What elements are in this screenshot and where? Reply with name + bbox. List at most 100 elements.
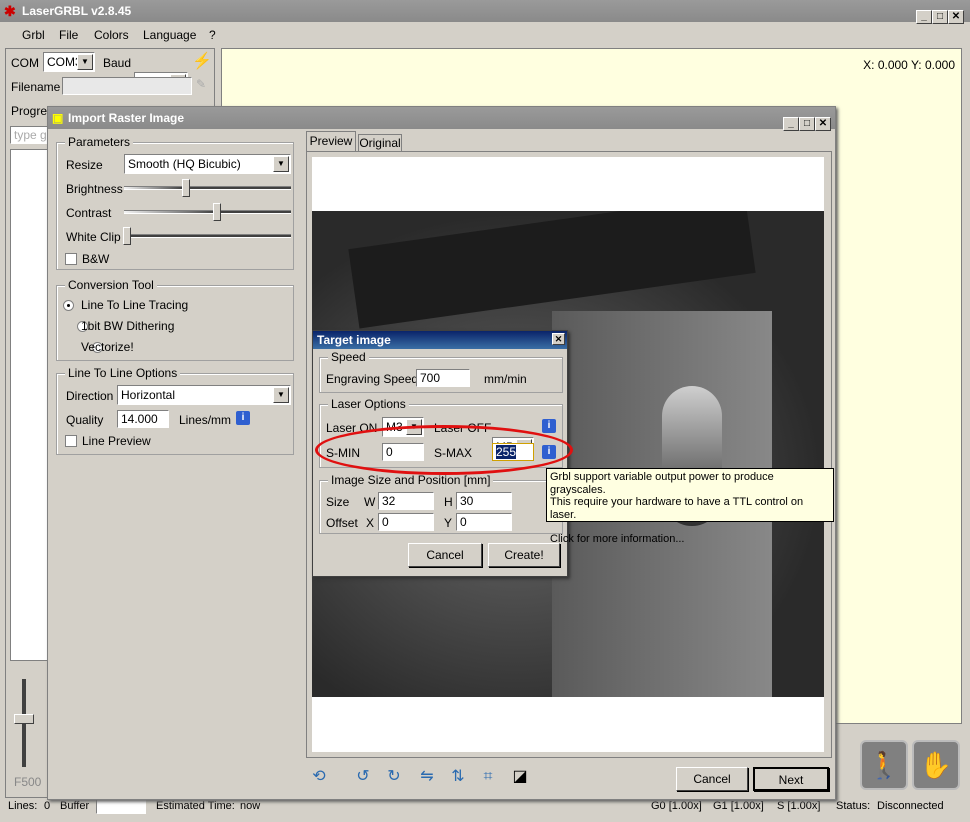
resize-select[interactable]: Smooth (HQ Bicubic) ▼	[124, 154, 291, 174]
filename-field[interactable]	[62, 77, 192, 95]
lines-value: 0	[44, 800, 51, 812]
import-maximize-button[interactable]: □	[799, 117, 815, 131]
tab-preview[interactable]: Preview	[306, 131, 356, 151]
image-size-group: Image Size and Position [mm] Size W 32 H…	[319, 473, 563, 534]
tab-original[interactable]: Original	[358, 134, 402, 151]
import-close-button[interactable]: ✕	[815, 117, 831, 131]
main-title: LaserGRBL v2.8.45	[22, 4, 132, 18]
quality-unit: Lines/mm	[179, 413, 232, 427]
pencil-icon[interactable]: ✎	[196, 77, 206, 91]
laser-info-icon[interactable]: i	[542, 419, 556, 433]
maximize-button[interactable]: □	[932, 10, 948, 24]
resize-label: Resize	[66, 158, 103, 172]
line-preview-checkbox[interactable]	[65, 435, 77, 447]
flip-vertical-icon[interactable]: ⇅	[446, 765, 470, 789]
line-options-label: Line To Line Options	[65, 366, 181, 380]
com-select[interactable]: COM3 ▼	[43, 52, 95, 72]
speed-slider-thumb[interactable]	[14, 714, 34, 724]
engraving-speed-label: Engraving Speed	[326, 372, 419, 386]
import-next-button[interactable]: Next	[753, 767, 829, 791]
target-close-button[interactable]: ✕	[552, 333, 565, 345]
size-label: Size	[326, 495, 350, 509]
target-title-bar: Target image ✕	[313, 331, 567, 349]
menu-grbl[interactable]: Grbl	[22, 28, 45, 42]
laser-options-label: Laser Options	[328, 397, 409, 411]
brightness-slider[interactable]	[124, 186, 291, 190]
speed-group-label: Speed	[328, 350, 369, 364]
connect-icon[interactable]: ⚡	[192, 51, 212, 71]
log-area[interactable]	[10, 149, 50, 661]
contrast-slider[interactable]	[124, 210, 291, 214]
import-title: Import Raster Image	[68, 111, 185, 125]
s-override[interactable]: S [1.00x]	[777, 800, 820, 812]
highlight-ellipse	[315, 425, 573, 475]
status-label: Status:	[836, 800, 871, 812]
quality-label: Quality	[66, 413, 104, 427]
target-cancel-button[interactable]: Cancel	[408, 543, 482, 567]
estimated-time-label: Estimated Time:	[156, 800, 235, 812]
image-app-icon: ▣	[52, 111, 64, 125]
rotate-ccw-icon[interactable]: ↺	[351, 765, 375, 789]
rotate-icon[interactable]: ⟲	[307, 765, 331, 789]
minimize-button[interactable]: _	[916, 10, 932, 24]
crop-icon[interactable]: ⌗	[476, 765, 500, 789]
flip-horizontal-icon[interactable]: ⇋	[415, 765, 439, 789]
bw-checkbox[interactable]	[65, 253, 77, 265]
tooltip-line-3: Click for more information...	[550, 533, 685, 545]
create-button[interactable]: Create!	[488, 543, 560, 567]
width-field[interactable]: 32	[378, 492, 434, 510]
offset-y-label: Y	[444, 516, 453, 530]
line-preview-label: Line Preview	[82, 434, 151, 448]
offset-x-label: X	[366, 516, 375, 530]
coordinates-readout: X: 0.000 Y: 0.000	[863, 58, 955, 72]
line-to-line-label: Line To Line Tracing	[81, 298, 189, 312]
brightness-label: Brightness	[66, 182, 123, 196]
line-to-line-radio[interactable]	[63, 300, 74, 311]
invert-icon[interactable]: ◪	[508, 765, 532, 789]
offset-x-field[interactable]: 0	[378, 513, 434, 531]
tooltip-line-2: This require your hardware to have a TTL…	[550, 496, 804, 521]
white-clip-slider[interactable]	[124, 234, 291, 238]
image-size-label: Image Size and Position [mm]	[328, 473, 494, 487]
smax-tooltip[interactable]: Grbl support variable output power to pr…	[546, 468, 834, 545]
menu-colors[interactable]: Colors	[94, 28, 129, 42]
command-input[interactable]: type gcode	[10, 126, 50, 144]
contrast-label: Contrast	[66, 206, 112, 220]
brightness-slider-thumb[interactable]	[182, 179, 190, 197]
conversion-tool-label: Conversion Tool	[65, 278, 157, 292]
height-label: H	[444, 495, 453, 509]
white-clip-label: White Clip	[66, 230, 121, 244]
direction-select[interactable]: Horizontal ▼	[117, 385, 291, 405]
quality-info-icon[interactable]: i	[236, 411, 250, 425]
g1-override[interactable]: G1 [1.00x]	[713, 800, 764, 812]
stop-hand-button[interactable]: ✋	[912, 740, 960, 790]
height-field[interactable]: 30	[456, 492, 512, 510]
g0-override[interactable]: G0 [1.00x]	[651, 800, 702, 812]
close-button[interactable]: ✕	[948, 10, 964, 24]
import-cancel-button[interactable]: Cancel	[676, 767, 748, 791]
status-value: Disconnected	[877, 800, 944, 812]
import-minimize-button[interactable]: _	[783, 117, 799, 131]
tooltip-line-1: Grbl support variable output power to pr…	[550, 471, 774, 496]
engraving-speed-field[interactable]: 700	[416, 369, 470, 387]
offset-label: Offset	[326, 516, 358, 530]
conversion-tool-group: Conversion Tool Line To Line Tracing 1bi…	[56, 278, 294, 361]
laser-app-icon: ✱	[4, 3, 16, 19]
contrast-slider-thumb[interactable]	[213, 203, 221, 221]
import-title-bar: ▣ Import Raster Image _ □ ✕	[48, 107, 835, 131]
menu-file[interactable]: File	[59, 28, 78, 42]
com-label: COM	[11, 56, 39, 70]
offset-y-field[interactable]: 0	[456, 513, 512, 531]
lines-label: Lines:	[8, 800, 38, 812]
rotate-cw-icon[interactable]: ↻	[382, 765, 406, 789]
quality-stepper[interactable]: 14.000	[117, 410, 169, 428]
direction-label: Direction	[66, 389, 114, 403]
parameters-group: Parameters Resize Smooth (HQ Bicubic) ▼ B…	[56, 135, 294, 270]
baud-label: Baud	[103, 56, 132, 70]
menu-language[interactable]: Language	[143, 28, 196, 42]
walk-button[interactable]: 🚶	[860, 740, 908, 790]
estimated-time-value: now	[240, 800, 261, 812]
bw-label: B&W	[82, 252, 110, 266]
white-clip-slider-thumb[interactable]	[123, 227, 131, 245]
menu-help[interactable]: ?	[209, 28, 216, 42]
